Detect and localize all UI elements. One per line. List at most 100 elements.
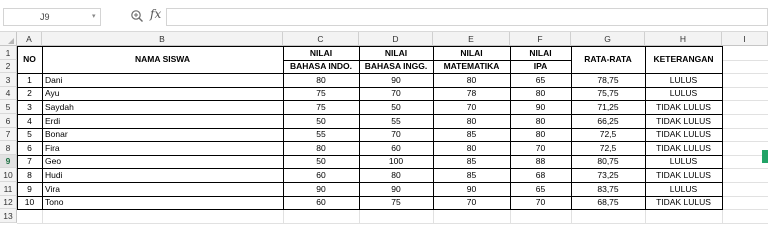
cell-name[interactable]: Erdi — [42, 114, 283, 128]
cell-bahasa-indo[interactable]: 75 — [283, 100, 359, 114]
cell-matematika[interactable]: 80 — [433, 114, 510, 128]
header-nilai[interactable]: NILAI — [433, 46, 510, 60]
cell-bahasa-ingg[interactable]: 60 — [359, 141, 433, 155]
cell-no[interactable]: 3 — [17, 100, 42, 114]
cell-name[interactable]: Dani — [42, 73, 283, 87]
row-header-4[interactable]: 4 — [0, 87, 17, 100]
cell-no[interactable]: 10 — [17, 196, 42, 209]
cell-matematika[interactable]: 78 — [433, 87, 510, 100]
name-box[interactable]: J9 ▾ — [3, 8, 101, 26]
header-subject[interactable]: IPA — [510, 60, 571, 73]
column-header-c[interactable]: C — [283, 32, 359, 46]
cell-ipa[interactable]: 88 — [510, 155, 571, 168]
cell-bahasa-ingg[interactable]: 80 — [359, 168, 433, 182]
cell-ipa[interactable]: 70 — [510, 141, 571, 155]
column-header-f[interactable]: F — [510, 32, 571, 46]
cell-rata-rata[interactable]: 72,5 — [571, 128, 645, 141]
cell-keterangan[interactable]: TIDAK LULUS — [645, 128, 722, 141]
cell-keterangan[interactable]: TIDAK LULUS — [645, 168, 722, 182]
cell-matematika[interactable]: 90 — [433, 182, 510, 196]
cell-no[interactable]: 6 — [17, 141, 42, 155]
cell-keterangan[interactable]: LULUS — [645, 155, 722, 168]
cell-bahasa-ingg[interactable]: 70 — [359, 87, 433, 100]
row-header-2[interactable]: 2 — [0, 60, 17, 73]
header-keterangan[interactable]: KETERANGAN — [645, 46, 722, 73]
header-nama-siswa[interactable]: NAMA SISWA — [42, 46, 283, 73]
cell-rata-rata[interactable]: 78,75 — [571, 73, 645, 87]
cell-bahasa-ingg[interactable]: 55 — [359, 114, 433, 128]
cell-name[interactable]: Ayu — [42, 87, 283, 100]
cell-ipa[interactable]: 65 — [510, 73, 571, 87]
cell-bahasa-ingg[interactable]: 70 — [359, 128, 433, 141]
row-header-12[interactable]: 12 — [0, 196, 17, 209]
cell-rata-rata[interactable]: 71,25 — [571, 100, 645, 114]
row-header-1[interactable]: 1 — [0, 46, 17, 60]
function-icon[interactable]: fx — [150, 7, 161, 21]
row-header-3[interactable]: 3 — [0, 73, 17, 87]
column-header-h[interactable]: H — [645, 32, 722, 46]
cell-bahasa-indo[interactable]: 50 — [283, 155, 359, 168]
header-subject[interactable]: BAHASA INGG. — [359, 60, 433, 73]
cell-rata-rata[interactable]: 66,25 — [571, 114, 645, 128]
row-header-10[interactable]: 10 — [0, 168, 17, 182]
cell-ipa[interactable]: 68 — [510, 168, 571, 182]
zoom-icon[interactable] — [130, 9, 144, 23]
cell-no[interactable]: 9 — [17, 182, 42, 196]
cell-keterangan[interactable]: LULUS — [645, 87, 722, 100]
cell-keterangan[interactable]: LULUS — [645, 182, 722, 196]
cell-matematika[interactable]: 70 — [433, 196, 510, 209]
cell-ipa[interactable]: 70 — [510, 196, 571, 209]
cell-no[interactable]: 5 — [17, 128, 42, 141]
column-header-d[interactable]: D — [359, 32, 433, 46]
header-subject[interactable]: BAHASA INDO. — [283, 60, 359, 73]
formula-input[interactable] — [166, 8, 768, 26]
chevron-down-icon[interactable]: ▾ — [92, 12, 96, 20]
row-header-13[interactable]: 13 — [0, 209, 17, 223]
cell-keterangan[interactable]: TIDAK LULUS — [645, 196, 722, 209]
cell-name[interactable]: Tono — [42, 196, 283, 209]
cell-name[interactable]: Vira — [42, 182, 283, 196]
cell-bahasa-indo[interactable]: 80 — [283, 73, 359, 87]
cell-name[interactable]: Geo — [42, 155, 283, 168]
header-rata-rata[interactable]: RATA-RATA — [571, 46, 645, 73]
row-header-6[interactable]: 6 — [0, 114, 17, 128]
row-header-11[interactable]: 11 — [0, 182, 17, 196]
row-header-7[interactable]: 7 — [0, 128, 17, 141]
cell-no[interactable]: 4 — [17, 114, 42, 128]
cell-matematika[interactable]: 70 — [433, 100, 510, 114]
cell-bahasa-ingg[interactable]: 50 — [359, 100, 433, 114]
cell-matematika[interactable]: 85 — [433, 128, 510, 141]
cell-ipa[interactable]: 80 — [510, 128, 571, 141]
cell-ipa[interactable]: 80 — [510, 87, 571, 100]
column-header-a[interactable]: A — [17, 32, 42, 46]
column-header-i[interactable]: I — [722, 32, 768, 46]
cell-bahasa-indo[interactable]: 60 — [283, 196, 359, 209]
cell-rata-rata[interactable]: 75,75 — [571, 87, 645, 100]
row-header-9[interactable]: 9 — [0, 155, 17, 168]
cell-rata-rata[interactable]: 83,75 — [571, 182, 645, 196]
cell-ipa[interactable]: 90 — [510, 100, 571, 114]
cell-rata-rata[interactable]: 80,75 — [571, 155, 645, 168]
cell-rata-rata[interactable]: 73,25 — [571, 168, 645, 182]
cell-bahasa-ingg[interactable]: 75 — [359, 196, 433, 209]
cell-rata-rata[interactable]: 68,75 — [571, 196, 645, 209]
cell-bahasa-indo[interactable]: 75 — [283, 87, 359, 100]
cell-keterangan[interactable]: TIDAK LULUS — [645, 141, 722, 155]
cell-bahasa-ingg[interactable]: 90 — [359, 182, 433, 196]
row-header-5[interactable]: 5 — [0, 100, 17, 114]
cell-bahasa-indo[interactable]: 90 — [283, 182, 359, 196]
header-nilai[interactable]: NILAI — [359, 46, 433, 60]
cell-bahasa-indo[interactable]: 55 — [283, 128, 359, 141]
cell-keterangan[interactable]: LULUS — [645, 73, 722, 87]
cell-matematika[interactable]: 80 — [433, 73, 510, 87]
cell-matematika[interactable]: 80 — [433, 141, 510, 155]
cell-ipa[interactable]: 80 — [510, 114, 571, 128]
column-header-b[interactable]: B — [42, 32, 283, 46]
cell-bahasa-ingg[interactable]: 90 — [359, 73, 433, 87]
cell-bahasa-indo[interactable]: 80 — [283, 141, 359, 155]
cell-bahasa-ingg[interactable]: 100 — [359, 155, 433, 168]
cell-matematika[interactable]: 85 — [433, 168, 510, 182]
cell-ipa[interactable]: 65 — [510, 182, 571, 196]
cell-no[interactable]: 2 — [17, 87, 42, 100]
header-no[interactable]: NO — [17, 46, 42, 73]
